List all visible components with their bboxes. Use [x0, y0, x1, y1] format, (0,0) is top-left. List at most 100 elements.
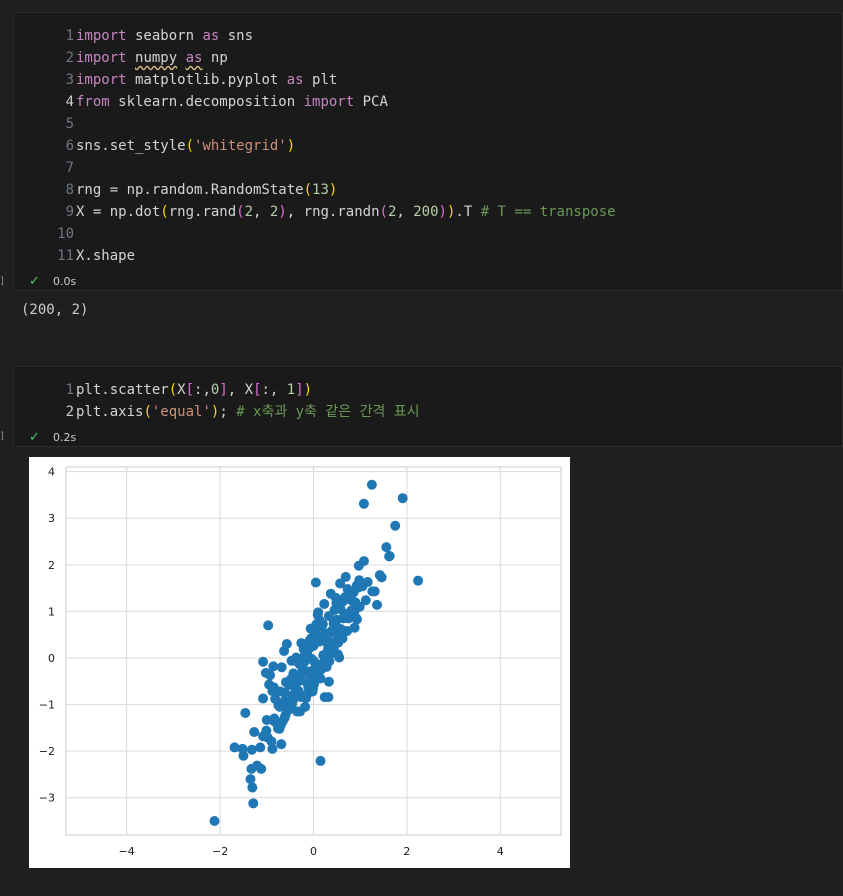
- code-token: plt.scatter: [76, 382, 169, 398]
- code-text: X = np.dot(rng.rand(2, 2), rng.randn(2, …: [76, 201, 616, 223]
- success-check-icon: ✓: [29, 274, 40, 289]
- scatter-point: [319, 598, 330, 609]
- code-line[interactable]: 6 sns.set_style('whitegrid'): [14, 135, 842, 157]
- scatter-point: [258, 693, 269, 704]
- code-line[interactable]: 1 import seaborn as sns: [14, 25, 842, 47]
- code-text: import seaborn as sns: [76, 25, 253, 47]
- code-text: plt.scatter(X[:,0], X[:, 1]): [76, 379, 312, 401]
- scatter-point: [350, 612, 361, 623]
- code-token: (: [185, 138, 195, 154]
- notebook-page: 1 import seaborn as sns 2 import numpy as n…: [0, 0, 843, 896]
- scatter-point: [349, 622, 360, 633]
- line-number: 6: [65, 138, 74, 154]
- cell-output-text: (200, 2): [21, 302, 89, 318]
- code-token: 'equal': [151, 404, 211, 420]
- y-tick-label: 4: [48, 466, 55, 479]
- scatter-point: [366, 479, 377, 490]
- code-cell-1[interactable]: 1 import seaborn as sns 2 import numpy as n…: [13, 12, 843, 291]
- line-number: 5: [65, 116, 74, 132]
- code-token: as: [202, 28, 220, 44]
- line-number: 2: [65, 404, 74, 420]
- code-line[interactable]: 8 rng = np.random.RandomState(13): [14, 179, 842, 201]
- scatter-point: [300, 640, 311, 651]
- scatter-plot-output: −4 −2 0 2 4 −3 −2 −1 0 1 2 3 4: [29, 457, 570, 868]
- code-token: ): [278, 204, 287, 220]
- success-check-icon: ✓: [29, 430, 40, 445]
- execution-time: 0.0s: [53, 275, 77, 288]
- code-line[interactable]: 3 import matplotlib.pyplot as plt: [14, 69, 842, 91]
- code-token: from: [76, 94, 110, 110]
- line-number: 7: [65, 160, 74, 176]
- code-token: plt.axis: [76, 404, 144, 420]
- code-token: (: [143, 404, 152, 420]
- code-text: from sklearn.decomposition import PCA: [76, 91, 388, 113]
- code-line[interactable]: 4 from sklearn.decomposition import PCA: [14, 91, 842, 113]
- scatter-point: [255, 742, 266, 753]
- scatter-point: [376, 572, 387, 583]
- scatter-plot: −4 −2 0 2 4 −3 −2 −1 0 1 2 3 4: [39, 466, 562, 858]
- code-line[interactable]: 9X = np.dot(rng.rand(2, 2), rng.randn(2,…: [14, 201, 842, 223]
- scatter-point: [372, 599, 383, 610]
- code-token: (: [168, 382, 178, 398]
- code-token: [: [253, 382, 262, 398]
- code-token: import: [303, 94, 355, 110]
- code-token: import: [76, 50, 127, 66]
- x-tick-label: 0: [310, 845, 317, 858]
- code-token: X = np.dot: [76, 204, 161, 220]
- code-line[interactable]: 5: [14, 113, 842, 135]
- code-token: 13: [312, 182, 329, 198]
- code-token: import: [76, 72, 127, 88]
- code-token: 1: [286, 382, 296, 398]
- scatter-point: [294, 706, 305, 717]
- code-token: , X: [227, 382, 254, 398]
- line-number: 4: [65, 94, 74, 110]
- code-token: sklearn.decomposition: [109, 94, 304, 110]
- scatter-point: [353, 560, 364, 571]
- scatter-point: [276, 662, 287, 673]
- code-token: ]: [295, 382, 304, 398]
- code-token: X.shape: [76, 248, 136, 264]
- code-line[interactable]: 10: [14, 223, 842, 245]
- code-token: # T == transpose: [480, 204, 616, 220]
- code-token: , rng.randn: [286, 204, 380, 220]
- scatter-point: [303, 681, 314, 692]
- x-tick-label: 4: [497, 845, 504, 858]
- scatter-point: [390, 520, 401, 531]
- code-token: ): [438, 204, 447, 220]
- scatter-point: [331, 598, 342, 609]
- code-token: (: [379, 204, 388, 220]
- code-token: (: [303, 182, 313, 198]
- scatter-point: [310, 577, 321, 588]
- code-text: import matplotlib.pyplot as plt: [76, 69, 337, 91]
- cell-bracket: ]: [0, 431, 4, 442]
- code-line[interactable]: 2 import numpy as np: [14, 47, 842, 69]
- code-token: ]: [219, 382, 228, 398]
- code-cell-2[interactable]: 1 plt.scatter(X[:,0], X[:, 1]) 2 plt.axis('…: [13, 366, 843, 447]
- line-number: 9: [65, 204, 74, 220]
- code-token: sns.set_style: [76, 138, 186, 154]
- code-token: ): [328, 182, 338, 198]
- code-token: [: [185, 382, 195, 398]
- scatter-point: [245, 774, 256, 785]
- scatter-point: [358, 498, 369, 509]
- code-text: plt.axis('equal'); # x축과 y축 같은 간격 표시: [76, 401, 420, 423]
- scatter-point: [313, 607, 324, 618]
- code-line[interactable]: 2 plt.axis('equal'); # x축과 y축 같은 간격 표시: [14, 401, 842, 423]
- scatter-point: [248, 798, 259, 809]
- scatter-point: [320, 630, 331, 641]
- x-tick-label: −2: [212, 845, 228, 858]
- code-line[interactable]: 7: [14, 157, 842, 179]
- code-line[interactable]: 11 X.shape: [14, 245, 842, 267]
- code-line[interactable]: 1 plt.scatter(X[:,0], X[:, 1]): [14, 379, 842, 401]
- scatter-point: [337, 633, 348, 644]
- scatter-point: [323, 692, 334, 703]
- scatter-point: [291, 652, 302, 663]
- code-token: 'whitegrid': [194, 138, 287, 154]
- scatter-point: [381, 542, 392, 553]
- line-number: 2: [65, 50, 74, 66]
- scatter-point: [249, 727, 260, 738]
- code-token: as: [286, 72, 304, 88]
- scatter-point: [266, 736, 277, 747]
- scatter-point: [209, 816, 220, 827]
